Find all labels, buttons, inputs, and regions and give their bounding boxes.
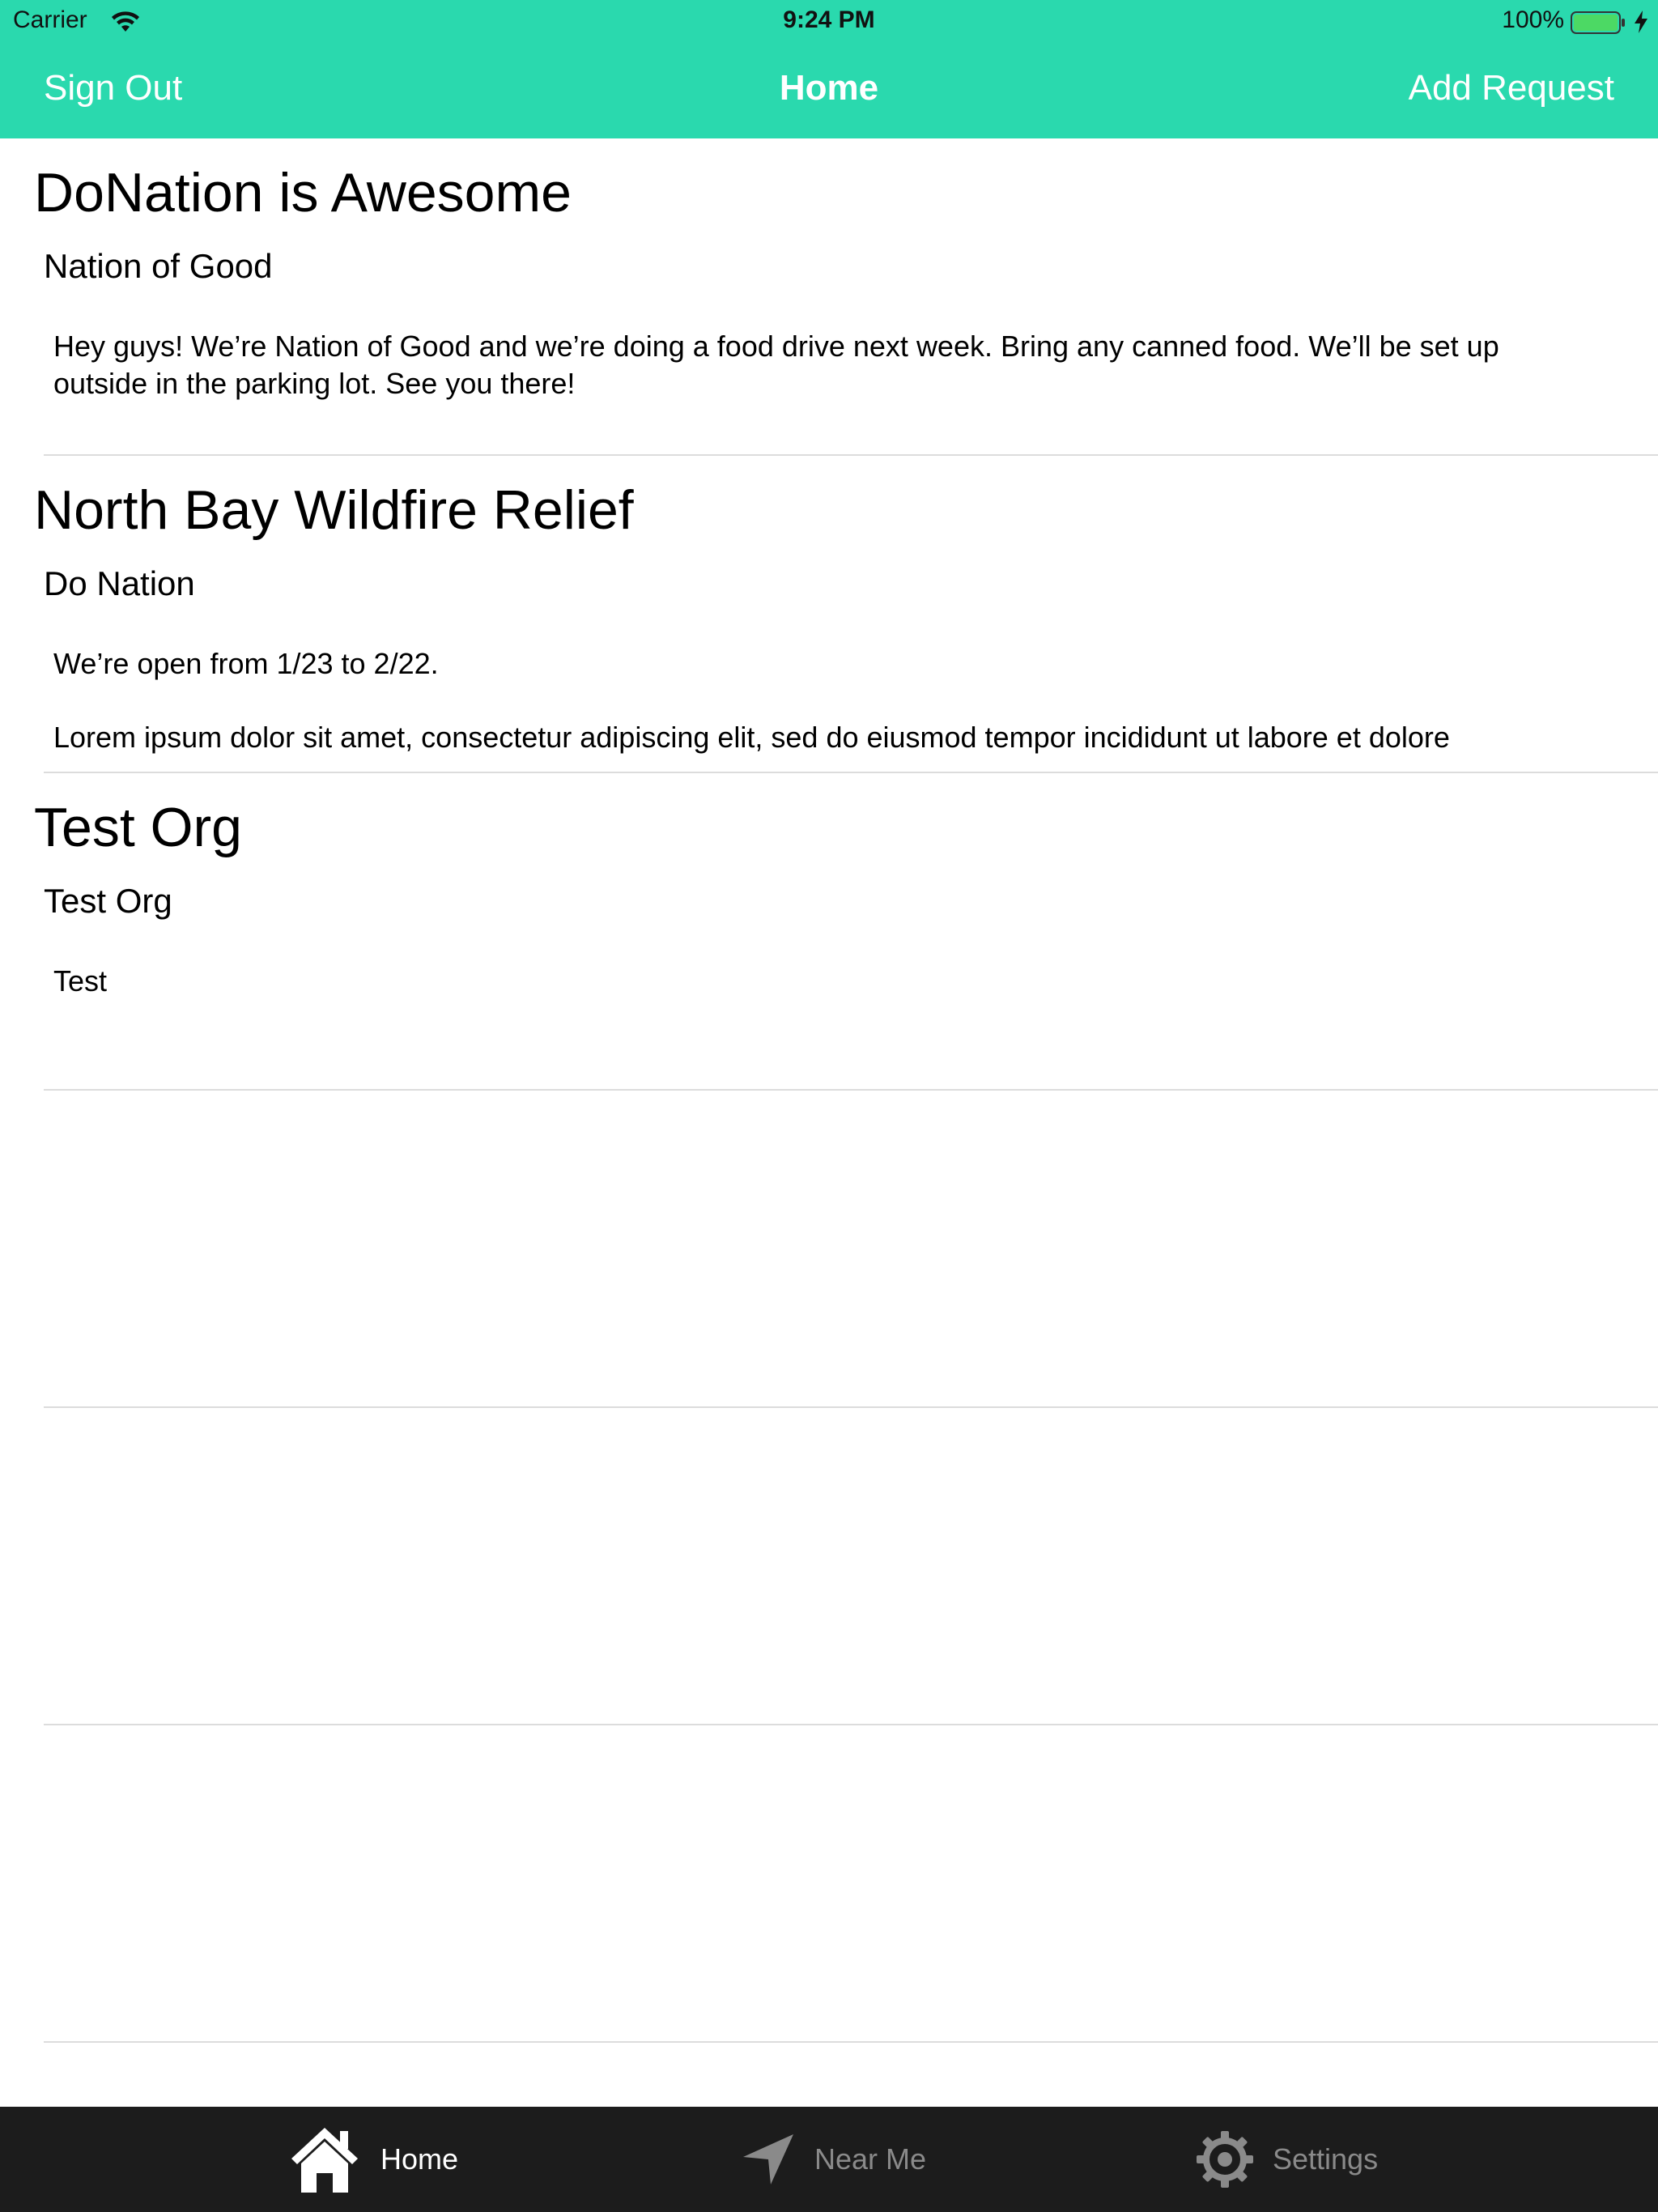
tab-label: Near Me [814,2142,927,2176]
app-screen: Carrier 9:24 PM 100% Sign Out Home Add R… [0,0,1658,2212]
request-title: Test Org [34,797,242,858]
tab-near-me[interactable]: Near Me [742,2107,926,2212]
request-row[interactable]: DoNation is Awesome Nation of Good Hey g… [0,138,1658,456]
request-list: DoNation is Awesome Nation of Good Hey g… [0,138,1658,2043]
tab-settings[interactable]: Settings [1197,2107,1378,2212]
battery-icon [1571,11,1625,34]
battery-percent: 100% [1502,6,1564,33]
request-description: We’re open from 1/23 to 2/22. Lorem ipsu… [53,645,1592,793]
gear-icon [1197,2131,1253,2188]
request-row[interactable]: North Bay Wildfire Relief Do Nation We’r… [0,456,1658,773]
tab-home[interactable]: Home [288,2107,458,2212]
status-time: 9:24 PM [783,6,875,33]
tab-label: Home [380,2142,459,2176]
request-organization: Test Org [44,882,172,920]
status-bar: Carrier 9:24 PM 100% [0,0,1658,44]
sign-out-button[interactable]: Sign Out [44,68,182,108]
row-separator [44,2041,1658,2043]
battery-fill [1574,15,1618,31]
navigation-bar: Sign Out Home Add Request [0,44,1658,138]
empty-row [0,1091,1658,1408]
empty-row [0,1725,1658,2043]
location-arrow-icon [743,2134,793,2184]
request-row[interactable]: Test Org Test Org Test [0,773,1658,1091]
charging-bolt-icon [1635,11,1647,33]
request-organization: Nation of Good [44,247,273,285]
tab-label: Settings [1273,2142,1379,2176]
description-paragraph: We’re open from 1/23 to 2/22. [53,647,439,680]
request-organization: Do Nation [44,564,195,602]
header: Carrier 9:24 PM 100% Sign Out Home Add R… [0,0,1658,138]
description-paragraph: Test [53,964,108,998]
description-paragraph: Lorem ipsum dolor sit amet, consectetur … [53,721,1450,754]
add-request-button[interactable]: Add Request [1409,68,1614,108]
tab-bar: Home Near Me Settings [0,2107,1658,2212]
request-title: North Bay Wildfire Relief [34,479,634,541]
description-paragraph: Hey guys! We’re Nation of Good and we’re… [53,330,1499,400]
house-icon [291,2128,358,2193]
empty-row [0,1408,1658,1725]
request-title: DoNation is Awesome [34,162,572,223]
request-description: Hey guys! We’re Nation of Good and we’re… [53,328,1592,439]
request-description: Test [53,963,1592,1036]
